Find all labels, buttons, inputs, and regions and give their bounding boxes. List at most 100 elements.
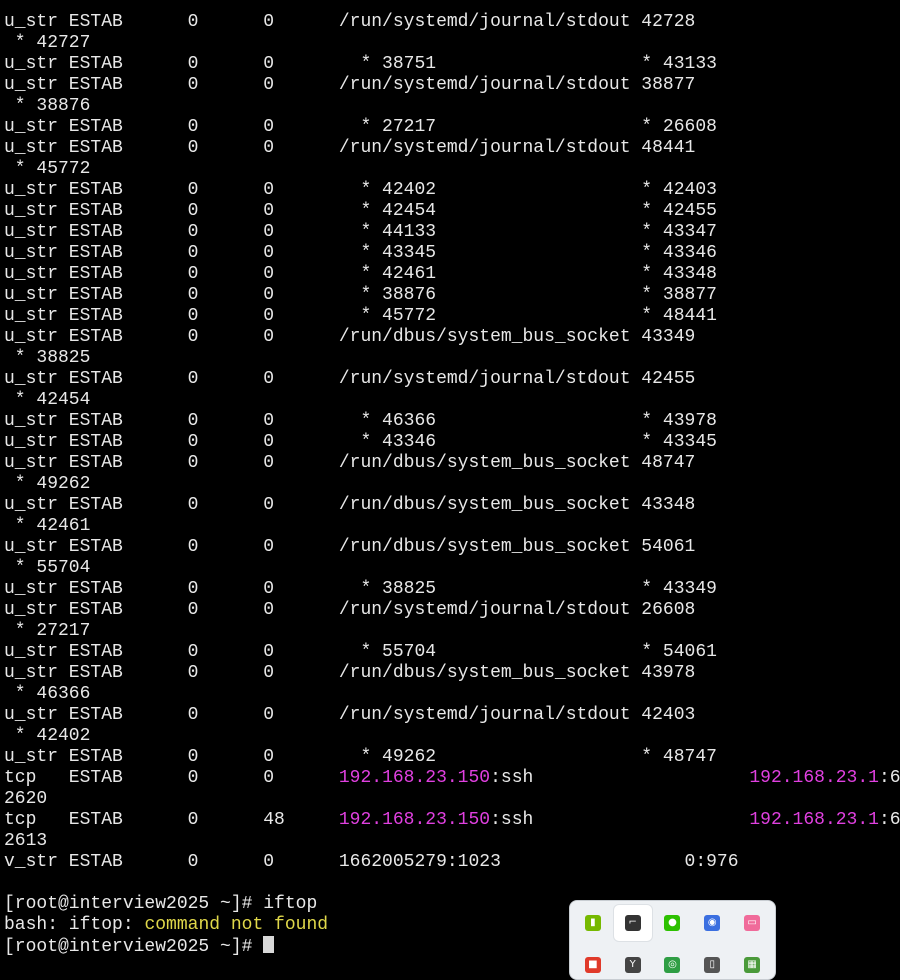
terminal-line: u_str ESTAB 0 0 /run/dbus/system_bus_soc…	[4, 495, 900, 516]
tray-item-bilibili[interactable]: ▭	[733, 905, 771, 941]
terminal-line: u_str ESTAB 0 0 * 43346 * 43345	[4, 432, 900, 453]
line-text: u_str ESTAB 0 0 * 43346 * 43345	[4, 432, 717, 452]
line-text: u_str ESTAB 0 0 * 55704 * 54061	[4, 642, 717, 662]
terminal-line: u_str ESTAB 0 0 /run/systemd/journal/std…	[4, 369, 900, 390]
line-text: u_str ESTAB 0 0 * 42454 * 42455	[4, 201, 717, 221]
line-text: u_str ESTAB 0 0 * 27217 * 26608	[4, 117, 717, 137]
line-text: u_str ESTAB 0 0 * 43345 * 43346	[4, 243, 717, 263]
chrome-icon: ◎	[664, 957, 681, 973]
terminal-line: * 49262	[4, 474, 900, 495]
system-tray-overflow: ▮ ⌐ ● ◉ ▭ ■ Y ◎ ▯ ▦	[569, 900, 776, 980]
terminal-line: u_str ESTAB 0 0 /run/dbus/system_bus_soc…	[4, 663, 900, 684]
line-text: u_str ESTAB 0 0 /run/systemd/journal/std…	[4, 75, 696, 95]
line-text: [root@interview2025 ~]# iftop	[4, 894, 318, 914]
tray-item-pointer-tool[interactable]: ⌐	[613, 905, 652, 941]
terminal-line: u_str ESTAB 0 0 /run/systemd/journal/std…	[4, 138, 900, 159]
terminal-line: u_str ESTAB 0 0 /run/dbus/system_bus_soc…	[4, 537, 900, 558]
line-text: u_str ESTAB 0 0 /run/systemd/journal/std…	[4, 600, 696, 620]
terminal-line: u_str ESTAB 0 0 /run/dbus/system_bus_soc…	[4, 453, 900, 474]
terminal-line: * 42461	[4, 516, 900, 537]
line-text: u_str ESTAB 0 0 * 42461 * 43348	[4, 264, 717, 284]
line-text: * 38825	[4, 348, 91, 368]
tray-row: ■ Y ◎ ▯ ▦	[574, 947, 771, 979]
line-text: :ssh	[490, 768, 750, 788]
tray-item-wechat[interactable]: ●	[654, 905, 692, 941]
terminal-line: * 45772	[4, 159, 900, 180]
line-text: u_str ESTAB 0 0 /run/dbus/system_bus_soc…	[4, 537, 696, 557]
local-ip-address: 192.168.23.150	[338, 768, 491, 788]
terminal-line: u_str ESTAB 0 0 * 44133 * 43347	[4, 222, 900, 243]
terminal-line: u_str ESTAB 0 0 * 43345 * 43346	[4, 243, 900, 264]
terminal-line: u_str ESTAB 0 0 * 46366 * 43978	[4, 411, 900, 432]
line-text: u_str ESTAB 0 0 * 42402 * 42403	[4, 180, 717, 200]
line-text: u_str ESTAB 0 0 * 45772 * 48441	[4, 306, 717, 326]
terminal-line: u_str ESTAB 0 0 * 49262 * 48747	[4, 747, 900, 768]
red-app-icon: ■	[584, 957, 601, 973]
tray-item-red-app[interactable]: ■	[574, 947, 612, 979]
line-text: v_str ESTAB 0 0 1662005279:1023 0:976	[4, 852, 739, 872]
pointer-tool-icon: ⌐	[624, 915, 641, 931]
line-text: u_str ESTAB 0 0 * 44133 * 43347	[4, 222, 717, 242]
line-text: u_str ESTAB 0 0 /run/dbus/system_bus_soc…	[4, 327, 696, 347]
terminal-line: u_str ESTAB 0 0 * 55704 * 54061	[4, 642, 900, 663]
line-text: :ssh	[490, 810, 750, 830]
line-text: * 45772	[4, 159, 91, 179]
terminal-line: * 46366	[4, 684, 900, 705]
bilibili-icon: ▭	[744, 915, 761, 931]
terminal-output[interactable]: u_str ESTAB 0 0 /run/systemd/journal/std…	[4, 12, 900, 957]
terminal-line: * 27217	[4, 621, 900, 642]
line-text: [root@interview2025 ~]#	[4, 937, 264, 957]
terminal-line: u_str ESTAB 0 0 * 42402 * 42403	[4, 180, 900, 201]
terminal-line: u_str ESTAB 0 0 /run/systemd/journal/std…	[4, 705, 900, 726]
line-text: u_str ESTAB 0 0 * 38825 * 43349	[4, 579, 717, 599]
line-text: u_str ESTAB 0 0 * 49262 * 48747	[4, 747, 717, 767]
peer-ip-address: 192.168.23.1	[749, 810, 879, 830]
line-text: u_str ESTAB 0 0 /run/dbus/system_bus_soc…	[4, 495, 696, 515]
line-text: u_str ESTAB 0 0 * 46366 * 43978	[4, 411, 717, 431]
line-text: * 27217	[4, 621, 91, 641]
line-text: 2620	[4, 789, 48, 809]
terminal-line: u_str ESTAB 0 0 * 38751 * 43133	[4, 54, 900, 75]
terminal-line: 2620	[4, 789, 900, 810]
line-text: * 49262	[4, 474, 91, 494]
terminal-line: tcp ESTAB 0 0 192.168.23.150:ssh 192.168…	[4, 768, 900, 789]
line-text: tcp ESTAB 0 0	[4, 768, 339, 788]
local-ip-address: 192.168.23.150	[338, 810, 491, 830]
line-text: u_str ESTAB 0 0 /run/systemd/journal/std…	[4, 369, 696, 389]
line-text: * 42461	[4, 516, 91, 536]
wechat-icon: ●	[664, 915, 681, 931]
terminal-line: * 38825	[4, 348, 900, 369]
text-cursor	[263, 936, 275, 953]
line-text: u_str ESTAB 0 0 /run/systemd/journal/std…	[4, 705, 696, 725]
line-text: * 55704	[4, 558, 91, 578]
terminal-line: * 42402	[4, 726, 900, 747]
nvidia-icon: ▮	[584, 915, 601, 931]
line-text: * 46366	[4, 684, 91, 704]
line-text: * 38876	[4, 96, 91, 116]
tray-item-app[interactable]: ◉	[693, 905, 731, 941]
terminal-line: * 42727	[4, 33, 900, 54]
line-text: :6	[878, 768, 900, 788]
terminal-line: u_str ESTAB 0 0 * 45772 * 48441	[4, 306, 900, 327]
grid-app-icon: ▦	[744, 957, 761, 973]
line-text: u_str ESTAB 0 0 * 38876 * 38877	[4, 285, 717, 305]
terminal-line: * 42454	[4, 390, 900, 411]
terminal-line: u_str ESTAB 0 0 * 42454 * 42455	[4, 201, 900, 222]
line-text: 2613	[4, 831, 48, 851]
tray-item-grid-app[interactable]: ▦	[733, 947, 771, 979]
tray-item-usb[interactable]: ▯	[693, 947, 731, 979]
terminal-line: v_str ESTAB 0 0 1662005279:1023 0:976	[4, 852, 900, 873]
terminal-line: u_str ESTAB 0 0 /run/systemd/journal/std…	[4, 12, 900, 33]
terminal-line: u_str ESTAB 0 0 * 42461 * 43348	[4, 264, 900, 285]
tray-item-chrome[interactable]: ◎	[654, 947, 692, 979]
line-text: :6	[878, 810, 900, 830]
tray-item-y-app[interactable]: Y	[614, 947, 652, 979]
usb-icon: ▯	[704, 957, 721, 973]
terminal-line: u_str ESTAB 0 0 /run/systemd/journal/std…	[4, 600, 900, 621]
line-text: * 42402	[4, 726, 91, 746]
tray-item-nvidia[interactable]: ▮	[574, 905, 612, 941]
terminal-line: u_str ESTAB 0 0 /run/systemd/journal/std…	[4, 75, 900, 96]
line-text: u_str ESTAB 0 0 /run/dbus/system_bus_soc…	[4, 663, 696, 683]
line-text: tcp ESTAB 0 48	[4, 810, 339, 830]
